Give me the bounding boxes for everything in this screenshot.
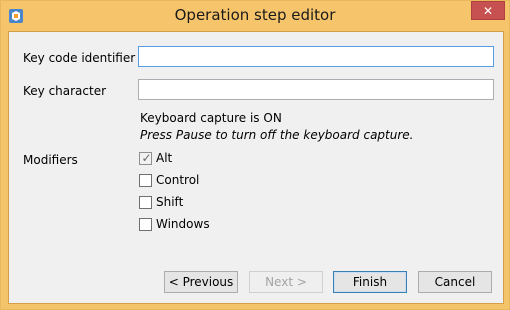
modifier-label: Windows — [156, 217, 210, 231]
window-title: Operation step editor — [174, 6, 336, 24]
modifier-label: Alt — [156, 151, 173, 165]
checkbox[interactable] — [139, 174, 152, 187]
close-icon: ✕ — [482, 4, 494, 18]
close-button[interactable]: ✕ — [471, 1, 505, 20]
modifiers-label: Modifiers — [23, 153, 78, 167]
key-character-label: Key character — [23, 84, 107, 98]
checkbox[interactable]: ✓ — [139, 151, 152, 165]
next-button: Next > — [249, 271, 323, 293]
cancel-button[interactable]: Cancel — [418, 271, 492, 293]
capture-status-text: Keyboard capture is ON — [140, 111, 282, 125]
dialog-window: Operation step editor ✕ Key code identif… — [0, 0, 510, 310]
dialog-content: Key code identifier Key character Keyboa… — [8, 31, 504, 304]
capture-hint-text: Press Pause to turn off the keyboard cap… — [140, 128, 414, 142]
key-character-input[interactable] — [138, 79, 494, 100]
title-bar[interactable]: Operation step editor ✕ — [1, 1, 509, 31]
key-code-label: Key code identifier — [23, 51, 136, 65]
checkbox[interactable] — [139, 196, 152, 209]
finish-button[interactable]: Finish — [333, 271, 407, 293]
modifier-label: Shift — [156, 195, 184, 209]
modifier-label: Control — [156, 173, 200, 187]
checkbox[interactable] — [139, 218, 152, 231]
key-code-input[interactable] — [138, 46, 494, 67]
previous-button[interactable]: < Previous — [164, 271, 238, 293]
check-mark-icon: ✓ — [141, 151, 152, 165]
